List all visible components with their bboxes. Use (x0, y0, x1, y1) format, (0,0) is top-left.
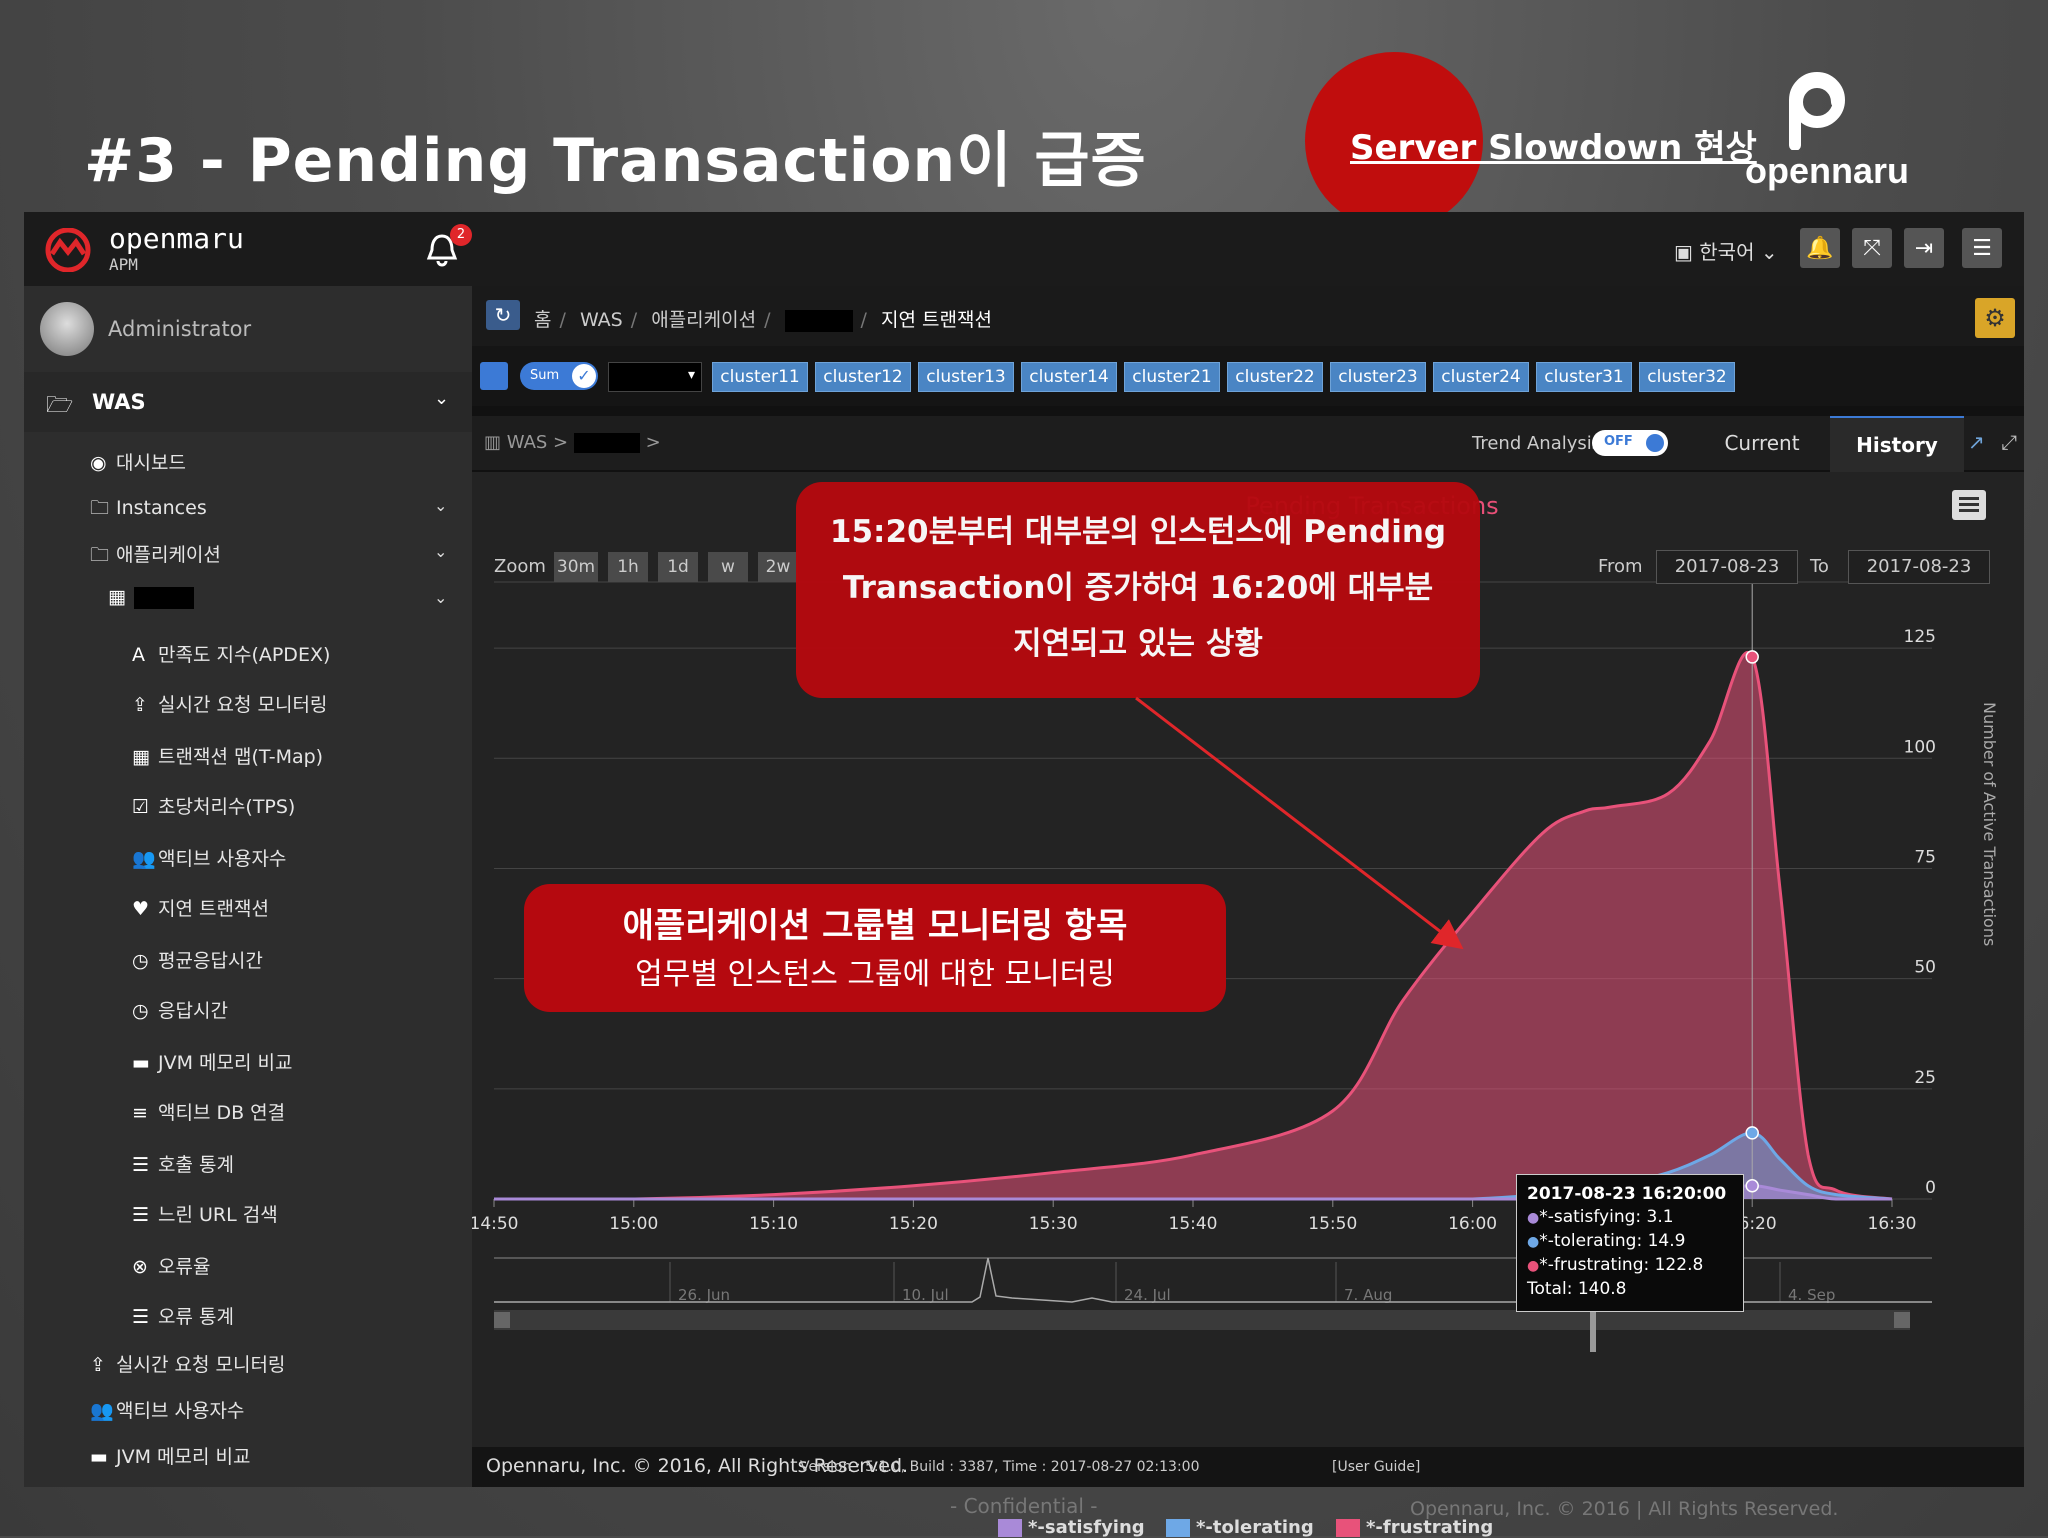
annotation-arrow (1135, 696, 1464, 950)
confidential-note: - Confidential - (950, 1494, 1098, 1518)
slide-copyright: Opennaru, Inc. © 2016 | All Rights Reser… (1410, 1498, 1839, 1520)
arrow-line (1135, 696, 1464, 950)
